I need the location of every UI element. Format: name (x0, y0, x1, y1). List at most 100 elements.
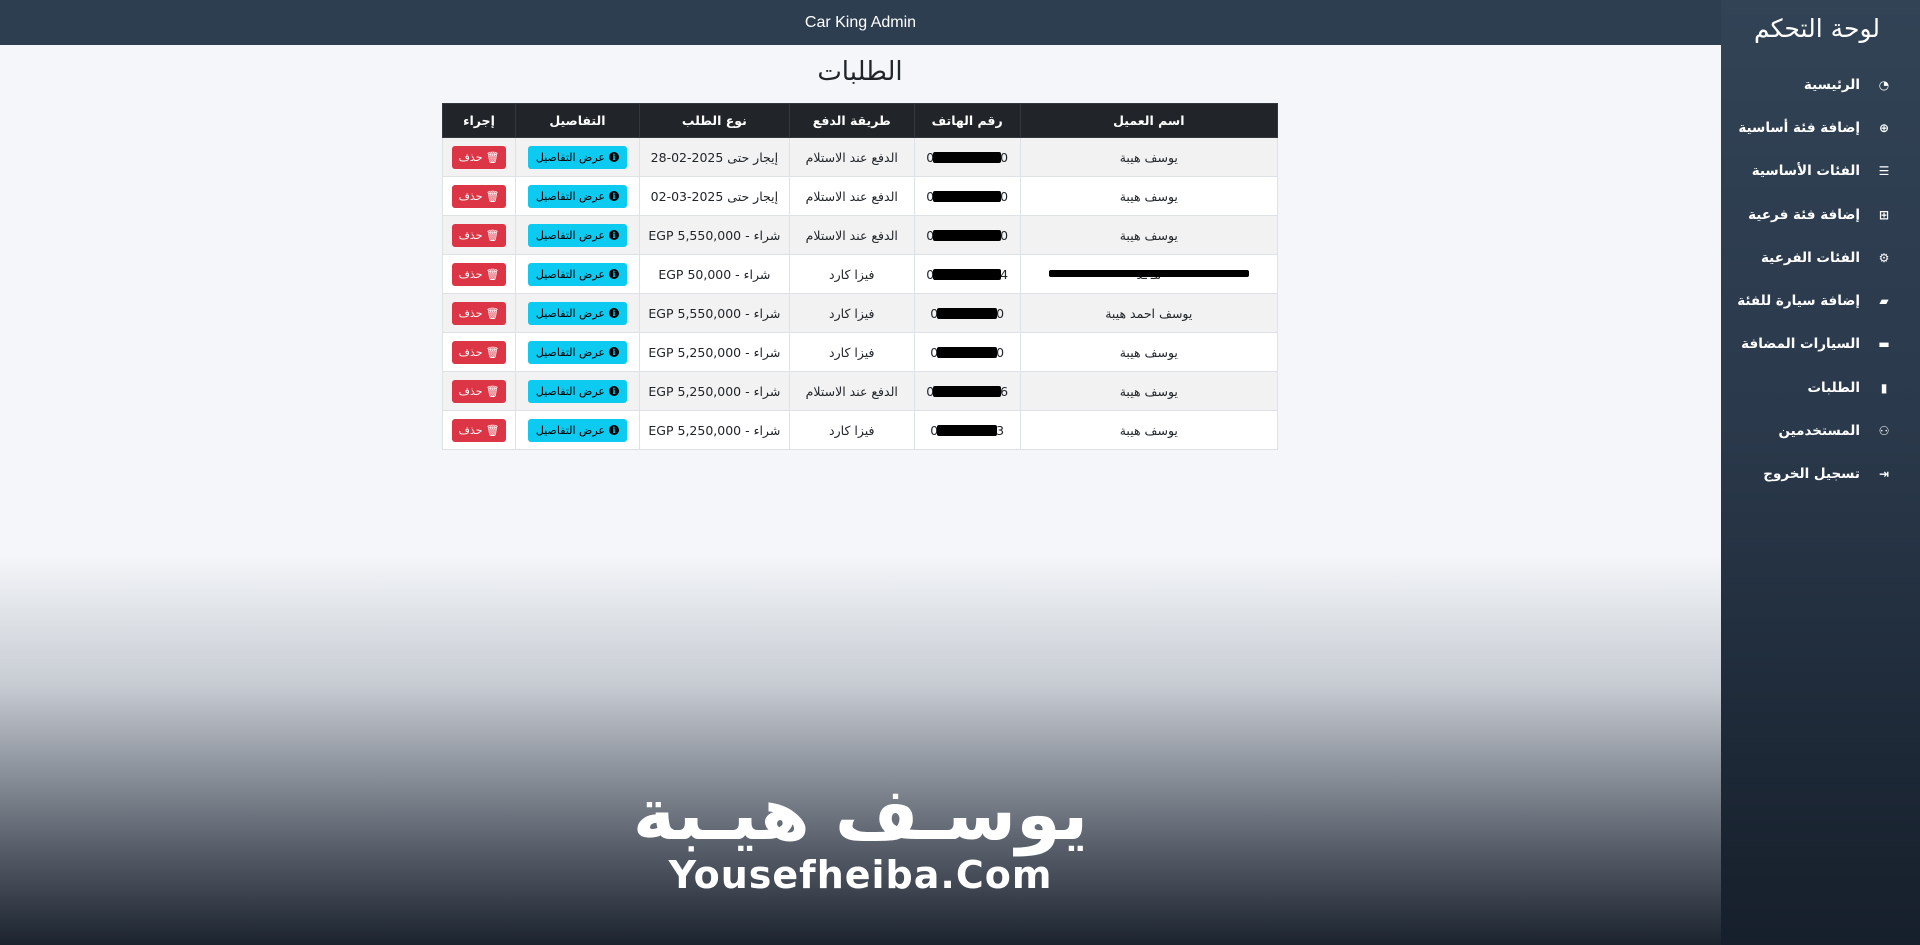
sidebar-item-4[interactable]: ⚙ الفئات الفرعية (1721, 236, 1894, 279)
redaction-bar (933, 385, 1002, 397)
delete-button[interactable]: 🗑 حذف (451, 184, 507, 208)
cell-payment-method: الدفع عند الاستلام (788, 137, 915, 177)
cell-phone: 020 (913, 215, 1021, 255)
delete-button[interactable]: 🗑 حذف (451, 340, 507, 364)
cell-action: 🗑 حذف (442, 137, 516, 177)
trash-icon: 🗑 (485, 384, 500, 398)
customer-name: يوسف هيبة (1119, 188, 1178, 204)
view-details-button[interactable]: i عرض التفاصيل (527, 223, 627, 247)
sidebar-item-0[interactable]: ◔ الرئيسية (1721, 63, 1894, 106)
top-bar: Car King Admin (0, 0, 1721, 45)
delete-button[interactable]: 🗑 حذف (451, 223, 507, 247)
redaction-bar (933, 151, 1002, 163)
cell-details: i عرض التفاصيل (514, 215, 640, 255)
header-payment-method: طريقة الدفع (788, 103, 915, 138)
cell-customer-name: مـ ـد (1019, 254, 1279, 294)
car-icon: ▰ (1879, 294, 1889, 309)
redaction-bar (1048, 270, 1249, 277)
phone-number: 03 (930, 423, 1004, 438)
sidebar-nav: ◔ الرئيسية ⊕ إضافة فئة أساسية ☰ الفئات الأساس… (1721, 63, 1894, 496)
trash-icon: 🗑 (485, 345, 500, 359)
cell-order-type: إيجار حتى 2025-03-02 (638, 176, 790, 216)
sidebar-item-label: الفئات الأساسية (1751, 163, 1860, 180)
view-details-label: عرض التفاصيل (535, 423, 605, 437)
delete-label: حذف (458, 423, 483, 437)
info-icon: i (608, 308, 619, 318)
info-icon: i (608, 425, 619, 435)
list-icon: ☰ (1878, 164, 1890, 179)
cell-details: i عرض التفاصيل (514, 410, 640, 450)
view-details-button[interactable]: i عرض التفاصيل (527, 301, 627, 325)
cell-customer-name: يوسف هيبة (1019, 410, 1279, 450)
sidebar-item-9[interactable]: ⇥ تسجيل الخروج (1721, 453, 1894, 496)
sidebar-item-7[interactable]: ▮ الطلبات (1721, 366, 1894, 409)
watermark-english: Yousefheiba.Com (668, 853, 1053, 897)
view-details-label: عرض التفاصيل (535, 384, 605, 398)
cell-order-type: شراء - EGP 50,000 (638, 254, 790, 294)
delete-label: حذف (458, 267, 483, 281)
bag-icon: ▮ (1880, 380, 1888, 395)
info-icon: i (608, 347, 619, 357)
cell-phone: 026 (913, 371, 1021, 411)
orders-table: اسم العميل رقم الهاتف طريقة الدفع نوع ال… (442, 103, 1279, 450)
watermark-arabic: يوسـف هيـبة (632, 772, 1089, 856)
cell-payment-method: الدفع عند الاستلام (788, 215, 915, 255)
delete-button[interactable]: 🗑 حذف (451, 301, 507, 325)
cell-details: i عرض التفاصيل (514, 371, 640, 411)
sidebar-item-label: السيارات المضافة (1741, 336, 1860, 353)
view-details-button[interactable]: i عرض التفاصيل (527, 145, 627, 169)
delete-button[interactable]: 🗑 حذف (451, 262, 507, 286)
sidebar-item-8[interactable]: ⚇ المستخدمين (1721, 409, 1894, 452)
sidebar-item-2[interactable]: ☰ الفئات الأساسية (1721, 150, 1894, 193)
sidebar-item-3[interactable]: ⊞ إضافة فئة فرعية (1721, 193, 1894, 236)
cell-payment-method: فيزا كارد (788, 293, 915, 333)
view-details-button[interactable]: i عرض التفاصيل (527, 418, 627, 442)
trash-icon: 🗑 (485, 423, 500, 437)
cell-action: 🗑 حذف (442, 293, 516, 333)
customer-name: يوسف احمد هيبة (1105, 305, 1193, 321)
sign-out-icon: ⇥ (1878, 467, 1890, 482)
sidebar-item-6[interactable]: ▬ السيارات المضافة (1721, 323, 1894, 366)
cell-payment-method: الدفع عند الاستلام (788, 176, 915, 216)
sidebar-item-1[interactable]: ⊕ إضافة فئة أساسية (1721, 106, 1894, 149)
customer-name: يوسف هيبة (1119, 149, 1178, 165)
cell-order-type: شراء - EGP 5,250,000 (638, 371, 790, 411)
view-details-label: عرض التفاصيل (535, 150, 605, 164)
delete-button[interactable]: 🗑 حذف (451, 418, 507, 442)
trash-icon: 🗑 (485, 228, 500, 242)
cell-order-type: شراء - EGP 5,250,000 (638, 332, 790, 372)
table-row: يوسف هيبة 020 الدفع عند الاستلامإيجار حتى … (442, 176, 1279, 216)
view-details-button[interactable]: i عرض التفاصيل (527, 184, 627, 208)
phone-number: 00 (930, 345, 1004, 360)
view-details-button[interactable]: i عرض التفاصيل (527, 340, 627, 364)
redaction-bar (937, 346, 998, 358)
cell-details: i عرض التفاصيل (514, 254, 640, 294)
app-title: Car King Admin (804, 13, 917, 31)
delete-label: حذف (458, 228, 483, 242)
phone-end: 3 (996, 422, 1005, 438)
cell-customer-name: يوسف هيبة (1019, 332, 1279, 372)
delete-button[interactable]: 🗑 حذف (451, 379, 507, 403)
trash-icon: 🗑 (485, 306, 500, 320)
view-details-button[interactable]: i عرض التفاصيل (527, 379, 627, 403)
cell-phone: 00 (913, 293, 1021, 333)
phone-number: 026 (926, 384, 1008, 399)
cell-payment-method: فيزا كارد (788, 254, 915, 294)
header-action: إجراء (442, 103, 516, 138)
cell-payment-method: فيزا كارد (788, 332, 915, 372)
cell-phone: 020 (913, 176, 1021, 216)
users-icon: ⚇ (1878, 424, 1890, 439)
cell-details: i عرض التفاصيل (514, 176, 640, 216)
sidebar-item-5[interactable]: ▰ إضافة سيارة للفئة (1721, 279, 1894, 322)
cell-customer-name: يوسف احمد هيبة (1019, 293, 1279, 333)
cell-customer-name: يوسف هيبة (1019, 215, 1279, 255)
customer-name: يوسف هيبة (1119, 227, 1178, 243)
info-icon: i (608, 386, 619, 396)
cell-order-type: شراء - EGP 5,250,000 (638, 410, 790, 450)
delete-button[interactable]: 🗑 حذف (451, 145, 507, 169)
phone-number: 020 (926, 150, 1008, 165)
customer-name: يوسف هيبة (1119, 344, 1178, 360)
cell-customer-name: يوسف هيبة (1019, 176, 1279, 216)
gauge-icon: ◔ (1878, 77, 1890, 92)
view-details-button[interactable]: i عرض التفاصيل (527, 262, 627, 286)
